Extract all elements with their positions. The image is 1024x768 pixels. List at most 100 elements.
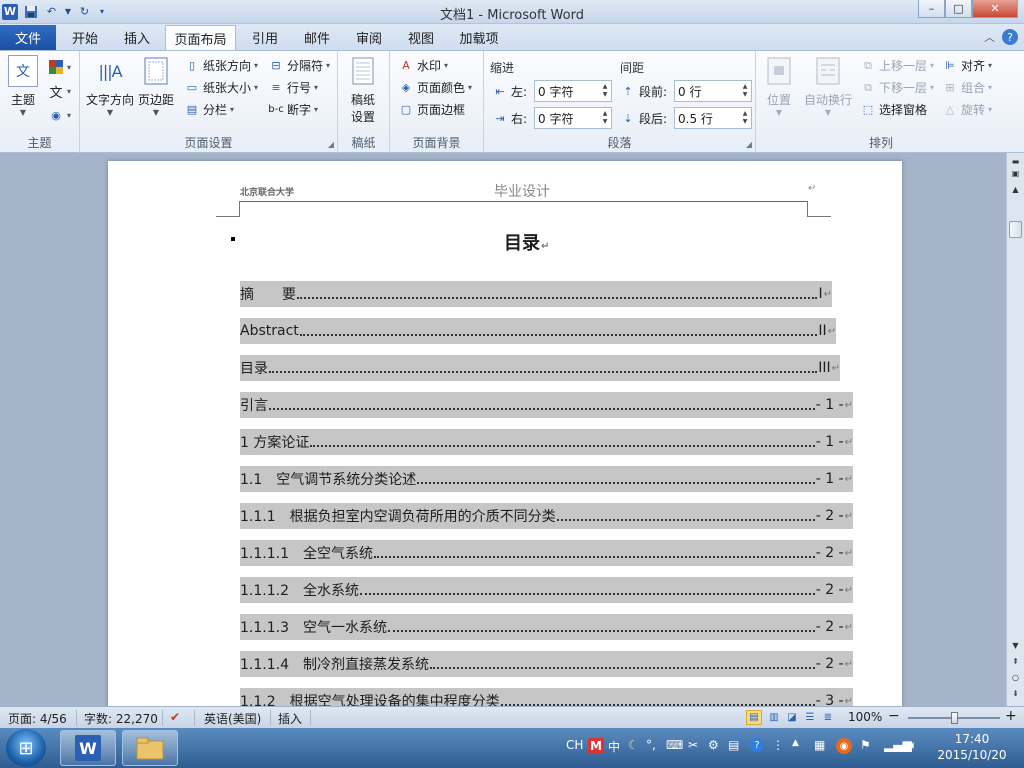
- page-borders-button[interactable]: ▢ 页面边框: [398, 101, 465, 118]
- indent-right-spinner[interactable]: ▲ ▼: [599, 108, 611, 128]
- volume-icon[interactable]: 🔈︎: [910, 738, 917, 753]
- spacing-after-input[interactable]: 0.5 行 ▲ ▼: [674, 107, 752, 129]
- zoom-slider-thumb[interactable]: [951, 712, 958, 724]
- align-button[interactable]: ⊫ 对齐 ▾: [942, 57, 992, 74]
- toc-entry[interactable]: 1.1.1.3 空气一水系统 - 2 - ↵: [240, 614, 853, 640]
- toc-entry[interactable]: 1.1.1.4 制冷剂直接蒸发系统 - 2 - ↵: [240, 651, 853, 677]
- outline-view-icon[interactable]: ☰: [802, 710, 818, 725]
- indent-left-spinner[interactable]: ▲ ▼: [599, 81, 611, 101]
- tab-file[interactable]: 文件: [0, 25, 56, 50]
- security-app-icon[interactable]: ◉: [836, 738, 852, 754]
- previous-page-icon[interactable]: ⇞: [1008, 655, 1023, 667]
- start-button[interactable]: ⊞: [6, 729, 46, 767]
- minimize-ribbon-icon[interactable]: ︿: [984, 29, 995, 45]
- word-count[interactable]: 字数: 22,270: [84, 710, 158, 727]
- close-button[interactable]: ✕: [972, 0, 1018, 18]
- action-center-icon[interactable]: ⚑: [860, 738, 871, 752]
- spacing-before-spinner[interactable]: ▲ ▼: [739, 81, 751, 101]
- show-hidden-icons[interactable]: ▲: [792, 738, 799, 748]
- ime-indicator[interactable]: CH: [566, 738, 583, 752]
- selection-pane-button[interactable]: ⬚ 选择窗格: [860, 101, 927, 118]
- toc-entry[interactable]: 1.1.1.1 全空气系统 - 2 - ↵: [240, 540, 853, 566]
- taskbar-word[interactable]: W: [60, 730, 116, 766]
- rotate-button[interactable]: △ 旋转 ▾: [942, 101, 992, 118]
- group-objects-button[interactable]: ⊞ 组合 ▾: [942, 79, 992, 96]
- draft-paper-settings-button[interactable]: 稿纸 设置: [348, 55, 378, 125]
- full-screen-reading-view-icon[interactable]: ▥: [766, 710, 782, 725]
- ime-settings-icon[interactable]: ⚙: [708, 738, 719, 752]
- web-layout-view-icon[interactable]: ◪: [784, 710, 800, 725]
- vertical-scrollbar[interactable]: ▬ ▣ ▲ ▼ ⇞ ○ ⇟: [1006, 153, 1024, 706]
- text-direction-button[interactable]: |||A 文字方向 ▼: [86, 55, 134, 118]
- insert-mode[interactable]: 插入: [278, 710, 302, 727]
- size-button[interactable]: ▭ 纸张大小 ▾: [184, 79, 258, 96]
- minimize-button[interactable]: –: [918, 0, 945, 18]
- tab-references[interactable]: 引用: [242, 25, 288, 50]
- draft-view-icon[interactable]: ≣: [820, 710, 836, 725]
- themes-button[interactable]: 文 主题 ▼: [8, 55, 38, 117]
- margins-button[interactable]: 页边距 ▼: [138, 55, 174, 117]
- page-setup-launcher-icon[interactable]: ◢: [328, 140, 334, 149]
- ime-chinese-mode[interactable]: 中: [608, 738, 620, 755]
- view-ruler-icon[interactable]: ▣: [1008, 167, 1023, 179]
- send-backward-button[interactable]: ⧉ 下移一层 ▾: [860, 79, 934, 96]
- toc-entry[interactable]: 1.1 空气调节系统分类论述 - 1 - ↵: [240, 466, 853, 492]
- breaks-button[interactable]: ⊟ 分隔符 ▾: [268, 57, 330, 74]
- help-icon[interactable]: ?: [1002, 29, 1018, 45]
- watermark-button[interactable]: A 水印 ▾: [398, 57, 448, 74]
- tab-page-layout[interactable]: 页面布局: [165, 25, 236, 50]
- tab-view[interactable]: 视图: [398, 25, 444, 50]
- toc-title[interactable]: 目录↵: [504, 229, 549, 255]
- system-clock[interactable]: 17:40 2015/10/20: [930, 731, 1014, 763]
- ime-note-icon[interactable]: ▤: [728, 738, 739, 752]
- network-drive-icon[interactable]: ▦: [814, 738, 825, 752]
- next-page-icon[interactable]: ⇟: [1008, 687, 1023, 699]
- zoom-level[interactable]: 100%: [848, 710, 882, 724]
- page-color-button[interactable]: ◈ 页面颜色 ▾: [398, 79, 472, 96]
- scroll-down-icon[interactable]: ▼: [1008, 639, 1023, 651]
- scroll-up-icon[interactable]: ▲: [1008, 183, 1023, 195]
- indent-left-input[interactable]: 0 字符 ▲ ▼: [534, 80, 612, 102]
- hyphenation-button[interactable]: b-c 断字 ▾: [268, 101, 318, 118]
- toc-entry[interactable]: 1.1.1 根据负担室内空调负荷所用的介质不同分类 - 2 - ↵: [240, 503, 853, 529]
- toc-entry[interactable]: Abstract II ↵: [240, 318, 836, 344]
- network-icon[interactable]: ▂▄▆: [884, 738, 912, 752]
- taskbar-explorer[interactable]: [122, 730, 178, 766]
- tab-review[interactable]: 审阅: [346, 25, 392, 50]
- select-browse-object-icon[interactable]: ○: [1008, 671, 1023, 683]
- toc-entry[interactable]: 1.1.1.2 全水系统 - 2 - ↵: [240, 577, 853, 603]
- indent-right-input[interactable]: 0 字符 ▲ ▼: [534, 107, 612, 129]
- ime-menu-icon[interactable]: ⋮: [772, 738, 784, 752]
- tab-addins[interactable]: 加载项: [450, 25, 508, 50]
- help-tray-icon[interactable]: ?: [750, 738, 764, 752]
- theme-fonts-button[interactable]: 文 ▾: [48, 83, 71, 101]
- wrap-text-button[interactable]: 自动换行 ▼: [804, 55, 852, 117]
- document-page[interactable]: 北京联合大学 毕业设计 ↵ 目录↵ 摘 要 I ↵ Abstract II ↵ 目录 II…: [108, 161, 902, 706]
- moon-icon[interactable]: ☾: [628, 738, 639, 752]
- print-layout-view-icon[interactable]: ▤: [746, 710, 762, 725]
- spacing-after-spinner[interactable]: ▲ ▼: [739, 108, 751, 128]
- toc-entry[interactable]: 摘 要 I ↵: [240, 281, 832, 307]
- maximize-button[interactable]: □: [945, 0, 972, 18]
- theme-colors-button[interactable]: ▾: [48, 59, 71, 75]
- page-count[interactable]: 页面: 4/56: [8, 710, 67, 727]
- ruler-toggle-icon[interactable]: ▬: [1008, 157, 1023, 166]
- ime-m-icon[interactable]: M: [588, 738, 604, 754]
- toc-entry[interactable]: 引言 - 1 - ↵: [240, 392, 853, 418]
- punctuation-icon[interactable]: °,: [646, 738, 656, 752]
- tab-insert[interactable]: 插入: [114, 25, 160, 50]
- language[interactable]: 英语(美国): [204, 710, 261, 727]
- columns-button[interactable]: ▤ 分栏 ▾: [184, 101, 234, 118]
- tab-mailings[interactable]: 邮件: [294, 25, 340, 50]
- scroll-thumb[interactable]: [1009, 221, 1022, 238]
- toc-entry[interactable]: 目录 III ↵: [240, 355, 840, 381]
- toc-entry[interactable]: 1.1.2 根据空气处理设备的集中程度分类 - 3 - ↵: [240, 688, 853, 706]
- zoom-in-button[interactable]: +: [1005, 708, 1017, 724]
- toc-entry[interactable]: 1 方案论证 - 1 - ↵: [240, 429, 853, 455]
- zoom-out-button[interactable]: −: [888, 708, 900, 724]
- position-button[interactable]: 位置 ▼: [764, 55, 794, 117]
- paragraph-launcher-icon[interactable]: ◢: [746, 140, 752, 149]
- line-numbers-button[interactable]: ≡ 行号 ▾: [268, 79, 318, 96]
- theme-effects-button[interactable]: ◉ ▾: [48, 107, 71, 123]
- keyboard-icon[interactable]: ⌨: [666, 738, 683, 752]
